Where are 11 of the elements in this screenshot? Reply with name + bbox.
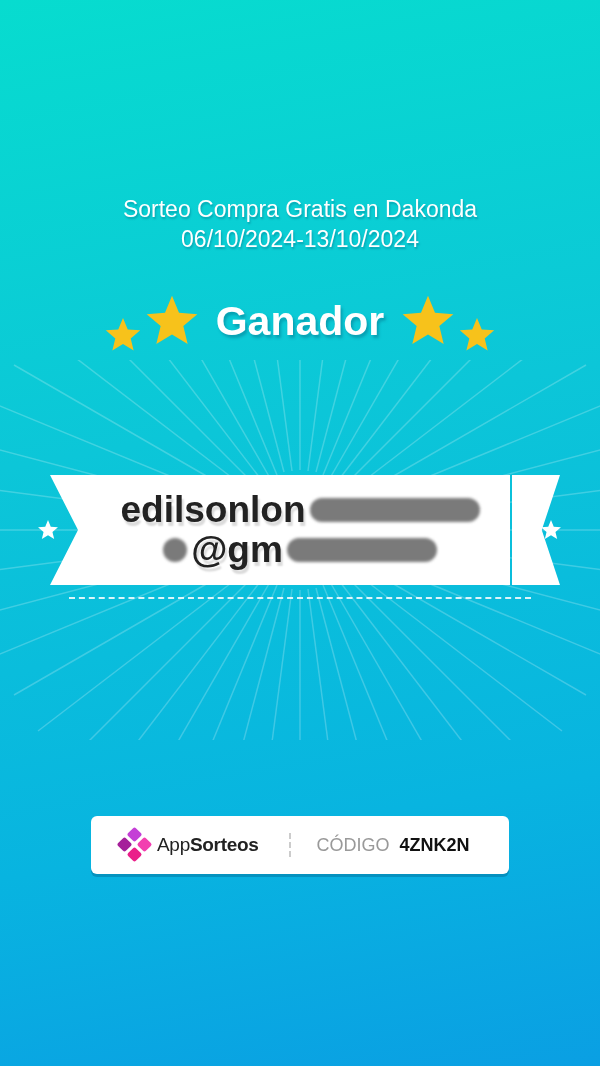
email-text: @gm <box>191 529 283 571</box>
brand-name: AppSorteos <box>157 834 259 856</box>
star-icon <box>37 519 59 541</box>
star-icon <box>540 519 562 541</box>
raffle-title: Sorteo Compra Gratis en Dakonda <box>122 195 478 224</box>
code-label: CÓDIGO <box>316 834 390 856</box>
date-range: 06/10/2024-13/10/2024 <box>181 225 419 254</box>
code-value: 4ZNK2N <box>399 834 470 856</box>
winner-heading: Ganador <box>215 297 385 345</box>
email-text: edilsonlon <box>120 489 306 531</box>
diamond-logo-icon <box>117 827 153 863</box>
